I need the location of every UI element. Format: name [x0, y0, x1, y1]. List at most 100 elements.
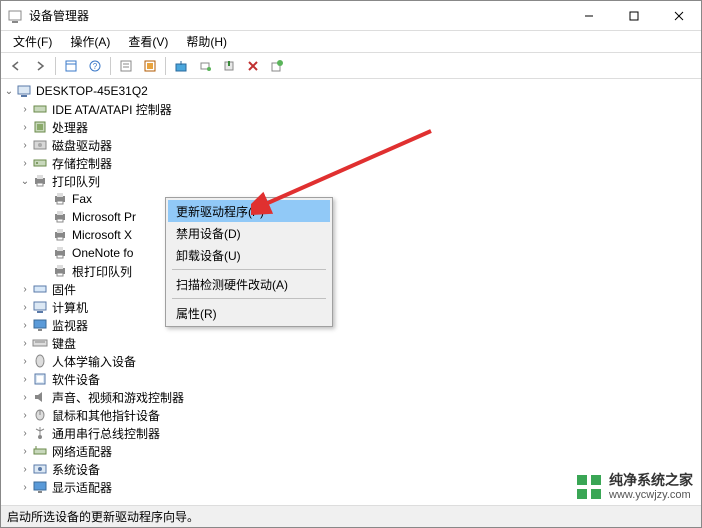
status-bar: 启动所选设备的更新驱动程序向导。: [1, 505, 701, 527]
tree-category-label: 打印队列: [52, 173, 100, 190]
expand-icon[interactable]: ›: [18, 464, 32, 475]
tree-category[interactable]: ›固件: [2, 280, 700, 298]
toolbar-separator: [55, 57, 56, 75]
toolbar-separator: [110, 57, 111, 75]
context-properties[interactable]: 属性(R): [168, 302, 330, 324]
toolbar-action-button[interactable]: [139, 55, 161, 77]
context-separator: [172, 298, 326, 299]
tree-category-label: 计算机: [52, 299, 88, 316]
close-button[interactable]: [656, 1, 701, 30]
expand-icon[interactable]: ›: [18, 428, 32, 439]
expand-icon[interactable]: ›: [18, 482, 32, 493]
toolbar-properties-button[interactable]: [115, 55, 137, 77]
tree-category[interactable]: › 网络适配器: [2, 442, 700, 460]
tree-root-label: DESKTOP-45E31Q2: [36, 84, 148, 98]
tree-category[interactable]: › 人体学输入设备: [2, 352, 700, 370]
menu-help[interactable]: 帮助(H): [178, 31, 235, 52]
tree-device[interactable]: Microsoft X: [2, 226, 700, 244]
storage-icon: [32, 155, 48, 171]
disk-icon: [32, 137, 48, 153]
expand-icon[interactable]: ›: [18, 302, 32, 313]
expand-icon[interactable]: ›: [18, 320, 32, 331]
tree-category[interactable]: › 处理器: [2, 118, 700, 136]
tree-category[interactable]: ›声音、视频和游戏控制器: [2, 388, 700, 406]
toolbar-update-driver-button[interactable]: [170, 55, 192, 77]
tree-device-label: 根打印队列: [72, 263, 132, 280]
tree-category[interactable]: ›鼠标和其他指针设备: [2, 406, 700, 424]
tree-category[interactable]: › 键盘: [2, 334, 700, 352]
toolbar-back-button[interactable]: [5, 55, 27, 77]
printer-icon: [52, 191, 68, 207]
status-text: 启动所选设备的更新驱动程序向导。: [7, 508, 199, 525]
toolbar-showhide-button[interactable]: [60, 55, 82, 77]
expand-icon[interactable]: ›: [18, 338, 32, 349]
context-scan-hardware[interactable]: 扫描检测硬件改动(A): [168, 273, 330, 295]
toolbar-forward-button[interactable]: [29, 55, 51, 77]
toolbar-scan-button[interactable]: [194, 55, 216, 77]
device-tree[interactable]: ⌄ DESKTOP-45E31Q2 › IDE ATA/ATAPI 控制器 › 处理器 › 磁…: [2, 80, 700, 505]
menu-action[interactable]: 操作(A): [62, 31, 118, 52]
tree-category-label: 监视器: [52, 317, 88, 334]
tree-category-label: 键盘: [52, 335, 76, 352]
tree-category[interactable]: ⌄ 打印队列: [2, 172, 700, 190]
menu-file[interactable]: 文件(F): [5, 31, 60, 52]
tree-device-label: Microsoft X: [72, 228, 132, 242]
tree-category[interactable]: › 计算机: [2, 298, 700, 316]
tree-category[interactable]: › 软件设备: [2, 370, 700, 388]
expand-icon[interactable]: ›: [18, 140, 32, 151]
expand-icon[interactable]: ›: [18, 284, 32, 295]
tree-category[interactable]: › IDE ATA/ATAPI 控制器: [2, 100, 700, 118]
computer-icon: [16, 83, 32, 99]
expand-icon[interactable]: ⌄: [18, 176, 32, 187]
tree-category-label: IDE ATA/ATAPI 控制器: [52, 101, 172, 118]
tree-device-label: OneNote fo: [72, 246, 133, 260]
tree-category[interactable]: › 监视器: [2, 316, 700, 334]
watermark: 纯净系统之家 www.ycwjzy.com: [575, 473, 693, 501]
hid-icon: [32, 353, 48, 369]
tree-category[interactable]: › 磁盘驱动器: [2, 136, 700, 154]
tree-category-label: 人体学输入设备: [52, 353, 136, 370]
tree-category-label: 处理器: [52, 119, 88, 136]
printer-icon: [52, 263, 68, 279]
tree-device[interactable]: 根打印队列: [2, 262, 700, 280]
tree-device[interactable]: OneNote fo: [2, 244, 700, 262]
tree-category-label: 磁盘驱动器: [52, 137, 112, 154]
context-menu: 更新驱动程序(P) 禁用设备(D) 卸载设备(U) 扫描检测硬件改动(A) 属性…: [165, 197, 333, 327]
watermark-text: 纯净系统之家: [609, 473, 693, 488]
context-uninstall-device[interactable]: 卸载设备(U): [168, 244, 330, 266]
tree-category-label: 软件设备: [52, 371, 100, 388]
toolbar-help-button[interactable]: ?: [84, 55, 106, 77]
expand-icon[interactable]: ›: [18, 410, 32, 421]
toolbar-add-button[interactable]: [266, 55, 288, 77]
expand-icon[interactable]: ›: [18, 356, 32, 367]
expand-icon[interactable]: ›: [18, 104, 32, 115]
tree-device[interactable]: Microsoft Pr: [2, 208, 700, 226]
tree-category-label: 系统设备: [52, 461, 100, 478]
ide-icon: [32, 101, 48, 117]
expand-icon[interactable]: ›: [18, 158, 32, 169]
mouse-icon: [32, 407, 48, 423]
expand-icon[interactable]: ›: [18, 446, 32, 457]
tree-device[interactable]: Fax: [2, 190, 700, 208]
audio-icon: [32, 389, 48, 405]
tree-root[interactable]: ⌄ DESKTOP-45E31Q2: [2, 82, 700, 100]
svg-text:?: ?: [93, 62, 98, 71]
tree-category[interactable]: ›通用串行总线控制器: [2, 424, 700, 442]
cpu-icon: [32, 119, 48, 135]
toolbar-disable-button[interactable]: [218, 55, 240, 77]
minimize-button[interactable]: [566, 1, 611, 30]
expand-icon[interactable]: ›: [18, 122, 32, 133]
tree-category[interactable]: ›存储控制器: [2, 154, 700, 172]
collapse-icon[interactable]: ⌄: [2, 86, 16, 97]
expand-icon[interactable]: ›: [18, 392, 32, 403]
software-icon: [32, 371, 48, 387]
context-update-driver[interactable]: 更新驱动程序(P): [168, 200, 330, 222]
firmware-icon: [32, 281, 48, 297]
computer-icon: [32, 299, 48, 315]
expand-icon[interactable]: ›: [18, 374, 32, 385]
tree-category-label: 网络适配器: [52, 443, 112, 460]
context-disable-device[interactable]: 禁用设备(D): [168, 222, 330, 244]
menu-view[interactable]: 查看(V): [120, 31, 176, 52]
maximize-button[interactable]: [611, 1, 656, 30]
toolbar-uninstall-button[interactable]: [242, 55, 264, 77]
